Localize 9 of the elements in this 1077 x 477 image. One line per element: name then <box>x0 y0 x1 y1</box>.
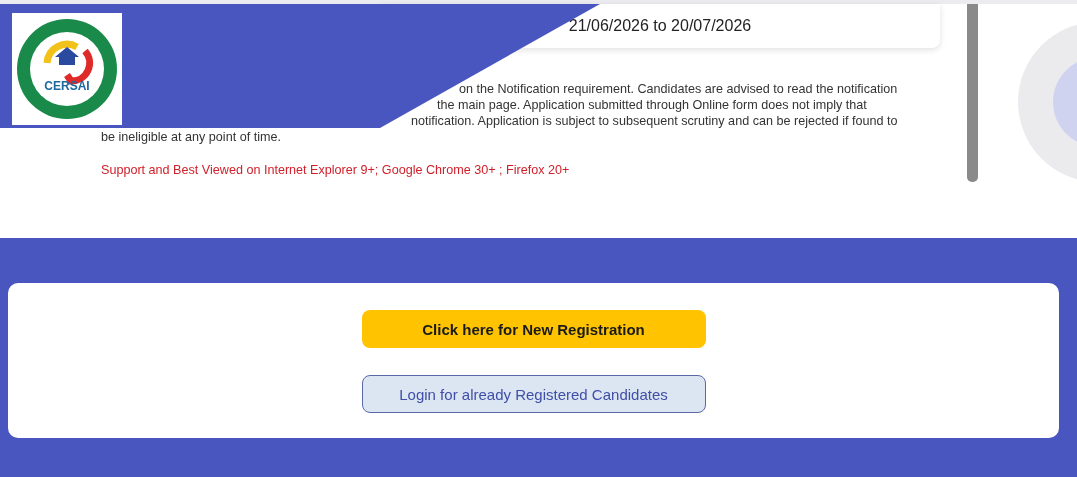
register-button[interactable]: Click here for New Registration <box>361 310 706 348</box>
notice-text: on the Notification requirement. Candidates are advised to read the notification <box>458 81 899 97</box>
notice-text: the main page. Application submitted through Online form does not imply that <box>436 97 868 113</box>
login-button[interactable]: Login for already Registered Candidates <box>361 375 706 413</box>
logo-text: CERSAI <box>43 79 91 93</box>
notice-text: be ineligible at any point of time. <box>101 129 282 145</box>
browser-support-text: Support and Best Viewed on Internet Explorer 9+; Google Chrome 30+ ; Firefox 20+ <box>100 163 571 177</box>
scrollbar[interactable] <box>967 4 978 182</box>
notice-text: notification. Application is subject to subsequent scrutiny and can be rejected if found to <box>410 113 899 129</box>
